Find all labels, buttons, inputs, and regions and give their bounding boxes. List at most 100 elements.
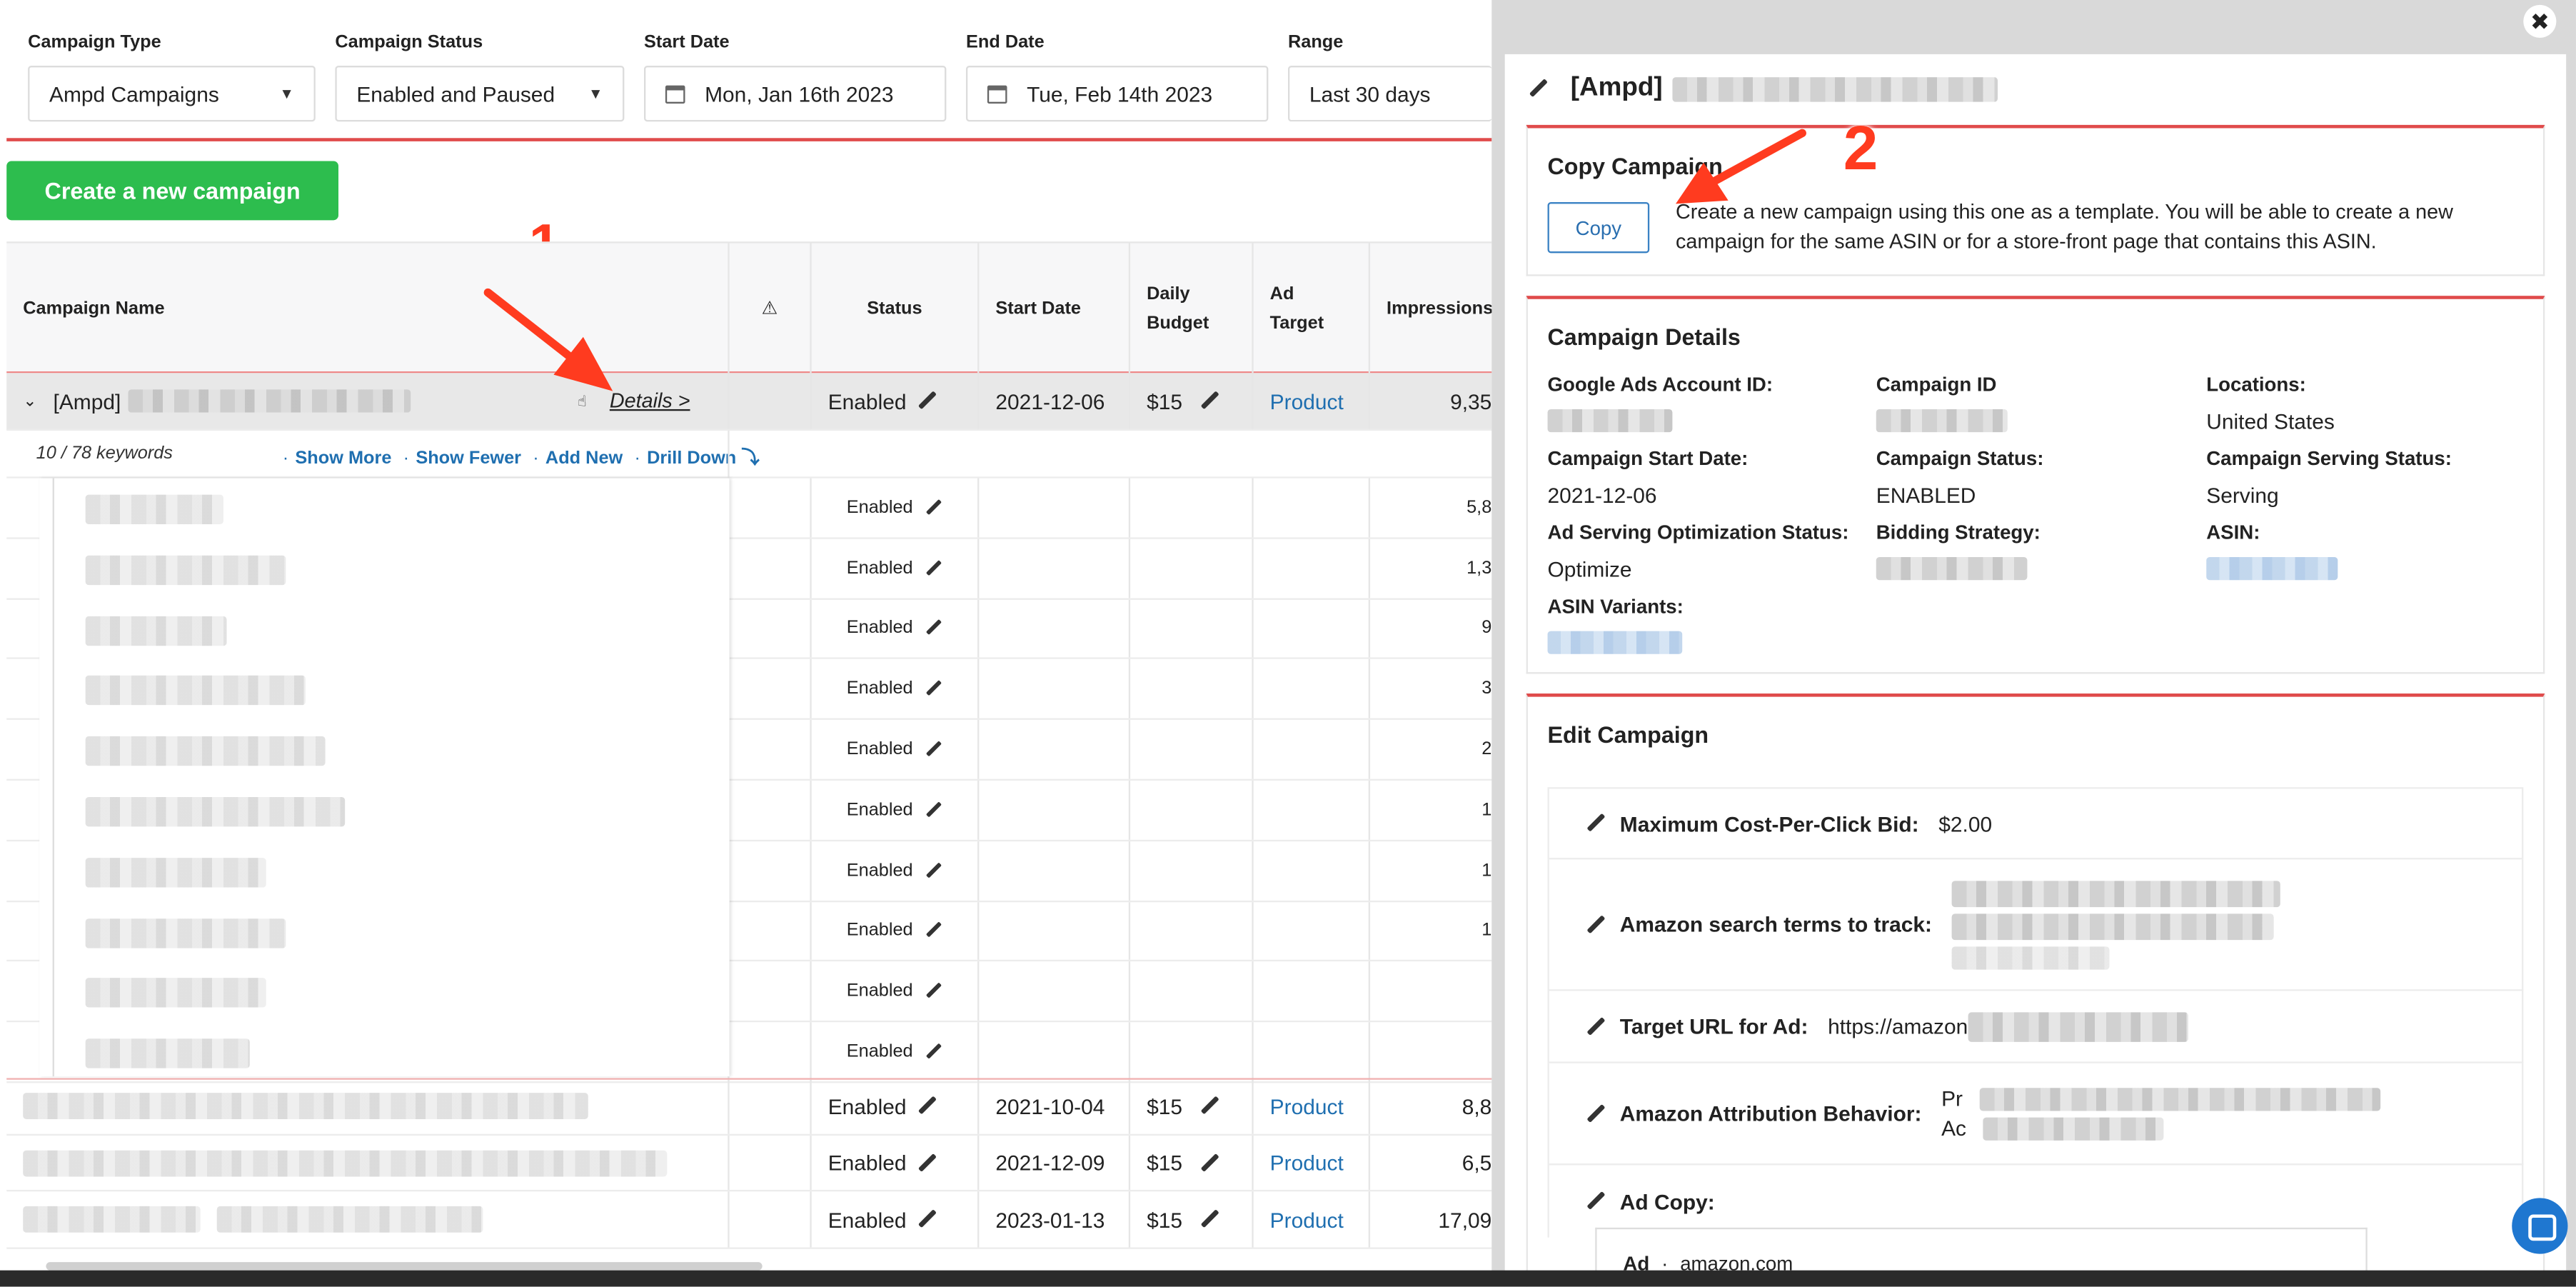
target-url-label: Target URL for Ad: — [1619, 1013, 1808, 1039]
pencil-icon[interactable] — [925, 741, 941, 758]
campaign-type-value: Ampd Campaigns — [49, 81, 219, 106]
pencil-icon[interactable] — [925, 1043, 941, 1060]
target-link[interactable]: Product — [1270, 1094, 1344, 1119]
target-link[interactable]: Product — [1270, 1208, 1344, 1233]
pencil-icon[interactable] — [916, 1210, 936, 1230]
campaign-type-filter: Campaign Type Ampd Campaigns ▼ — [28, 33, 316, 122]
keyword-target-cell — [1252, 780, 1368, 840]
header-daily-budget[interactable]: Daily Budget — [1128, 243, 1252, 374]
chat-icon[interactable] — [2512, 1198, 2568, 1254]
pencil-icon[interactable] — [916, 391, 936, 411]
table-row[interactable]: Enabled 2021-10-04 $15 Product 8,8 — [6, 1078, 1491, 1136]
campaign-type-select[interactable]: Ampd Campaigns ▼ — [28, 66, 316, 122]
header-ad-target[interactable]: Ad Target — [1252, 243, 1368, 374]
pencil-icon[interactable] — [1528, 79, 1548, 99]
keyword-name-redacted[interactable] — [85, 676, 306, 706]
keyword-impressions: 1 — [1481, 861, 1492, 881]
start-date-filter: Start Date Mon, Jan 16th 2023 — [643, 33, 947, 122]
attribution-row[interactable]: Amazon Attribution Behavior: Pr Ac — [1547, 1063, 2524, 1166]
details-link[interactable]: Details > — [610, 389, 690, 412]
keyword-name-redacted[interactable] — [85, 555, 286, 585]
keyword-budget-cell — [1128, 961, 1252, 1021]
campaign-start-date-label: Campaign Start Date: — [1547, 446, 1749, 471]
show-fewer-link[interactable]: Show Fewer — [416, 449, 521, 469]
search-terms-row[interactable]: Amazon search terms to track: — [1547, 859, 2524, 991]
keyword-tree-line — [52, 478, 54, 1077]
keyword-name-redacted[interactable] — [85, 736, 326, 766]
serving-status-value: Serving — [2206, 483, 2279, 509]
pencil-icon[interactable] — [1199, 391, 1219, 411]
pencil-icon[interactable] — [1199, 1210, 1219, 1230]
pencil-icon[interactable] — [1199, 1097, 1219, 1117]
pencil-icon[interactable] — [925, 560, 941, 576]
horizontal-scrollbar[interactable] — [46, 1262, 763, 1271]
header-impressions[interactable]: Impressions — [1368, 243, 1493, 374]
pencil-icon[interactable] — [925, 499, 941, 516]
show-more-link[interactable]: Show More — [295, 449, 391, 469]
max-cpc-row[interactable]: Maximum Cost-Per-Click Bid: $2.00 — [1547, 787, 2524, 860]
range-select[interactable]: Last 30 days — [1287, 66, 1492, 122]
pencil-icon[interactable] — [925, 681, 941, 697]
asin-link-redacted[interactable] — [2206, 557, 2338, 581]
keyword-name-redacted[interactable] — [85, 796, 346, 827]
target-link[interactable]: Product — [1270, 1151, 1344, 1176]
keyword-target-cell — [1252, 841, 1368, 901]
keywords-count: 10 / 78 keywords — [36, 444, 173, 464]
drill-down-link[interactable]: Drill Down — [647, 449, 736, 469]
copy-button[interactable]: Copy — [1547, 202, 1650, 254]
target-url-row[interactable]: Target URL for Ad: https://amazon — [1547, 991, 2524, 1063]
pencil-icon[interactable] — [1585, 1191, 1605, 1211]
target-url-redacted — [1968, 1011, 2188, 1041]
campaign-status-label: Campaign Status — [335, 33, 483, 53]
pencil-icon[interactable] — [1585, 915, 1605, 935]
chevron-down-icon[interactable]: ⌄ — [23, 392, 36, 410]
campaign-name-redacted — [23, 1206, 201, 1233]
keyword-name-redacted[interactable] — [85, 615, 227, 646]
keyword-name-redacted[interactable] — [85, 978, 266, 1008]
warning-cell — [728, 1192, 810, 1248]
edit-campaign-card: Edit Campaign Maximum Cost-Per-Click Bid… — [1526, 693, 2545, 1287]
target-link[interactable]: Product — [1270, 389, 1344, 414]
campaign-name-prefix: [Ampd] — [53, 389, 121, 414]
status-cell: Enabled — [810, 373, 977, 429]
campaign-name-cell — [6, 1192, 728, 1248]
pencil-icon[interactable] — [916, 1097, 936, 1117]
create-campaign-button[interactable]: Create a new campaign — [6, 161, 339, 221]
pencil-icon[interactable] — [925, 620, 941, 636]
header-start-date[interactable]: Start Date — [977, 243, 1129, 374]
keyword-name-redacted[interactable] — [85, 918, 286, 948]
start-date-value: 2021-12-06 — [995, 389, 1105, 414]
add-new-link[interactable]: Add New — [545, 449, 623, 469]
keyword-name-redacted[interactable] — [85, 1038, 250, 1069]
pencil-icon[interactable] — [925, 862, 941, 878]
end-date-picker[interactable]: Tue, Feb 14th 2023 — [965, 66, 1269, 122]
keyword-start-cell — [977, 841, 1129, 901]
start-date-cell: 2023-01-13 — [977, 1192, 1129, 1248]
pencil-icon[interactable] — [925, 983, 941, 999]
header-campaign-name[interactable]: Campaign Name — [6, 244, 728, 374]
campaign-status-select[interactable]: Enabled and Paused ▼ — [335, 66, 625, 122]
pencil-icon[interactable] — [1199, 1153, 1219, 1173]
pencil-icon[interactable] — [916, 1153, 936, 1173]
header-budget-label: Budget — [1147, 313, 1209, 333]
pencil-icon[interactable] — [1585, 1103, 1605, 1123]
keyword-status-cell: Enabled — [810, 961, 977, 1021]
filters-bar: Campaign Type Ampd Campaigns ▼ Campaign … — [0, 0, 1492, 141]
ad-copy-row[interactable]: Ad Copy: — [1547, 1165, 2524, 1238]
table-row[interactable]: Enabled 2021-12-09 $15 Product 6,5 — [6, 1135, 1491, 1193]
asin-variants-redacted[interactable] — [1547, 631, 1683, 654]
pencil-icon[interactable] — [1585, 813, 1605, 833]
keyword-name-redacted[interactable] — [85, 494, 223, 525]
pencil-icon[interactable] — [1585, 1016, 1605, 1036]
table-row[interactable]: Enabled 2023-01-13 $15 Product 17,09 — [6, 1192, 1491, 1249]
start-date-picker[interactable]: Mon, Jan 16th 2023 — [643, 66, 947, 122]
close-icon[interactable]: ✖ — [2523, 4, 2557, 38]
keyword-name-redacted[interactable] — [85, 857, 266, 888]
keyword-status-cell: Enabled — [810, 478, 977, 537]
table-row-expanded[interactable]: ⌄ [Ampd] ☝ Details > Enabled 2021-12-06 … — [6, 373, 1491, 431]
keyword-status: Enabled — [846, 921, 913, 941]
pencil-icon[interactable] — [925, 801, 941, 818]
budget-cell: $15 — [1128, 1192, 1252, 1248]
pencil-icon[interactable] — [925, 923, 941, 939]
header-status[interactable]: Status — [810, 243, 977, 374]
